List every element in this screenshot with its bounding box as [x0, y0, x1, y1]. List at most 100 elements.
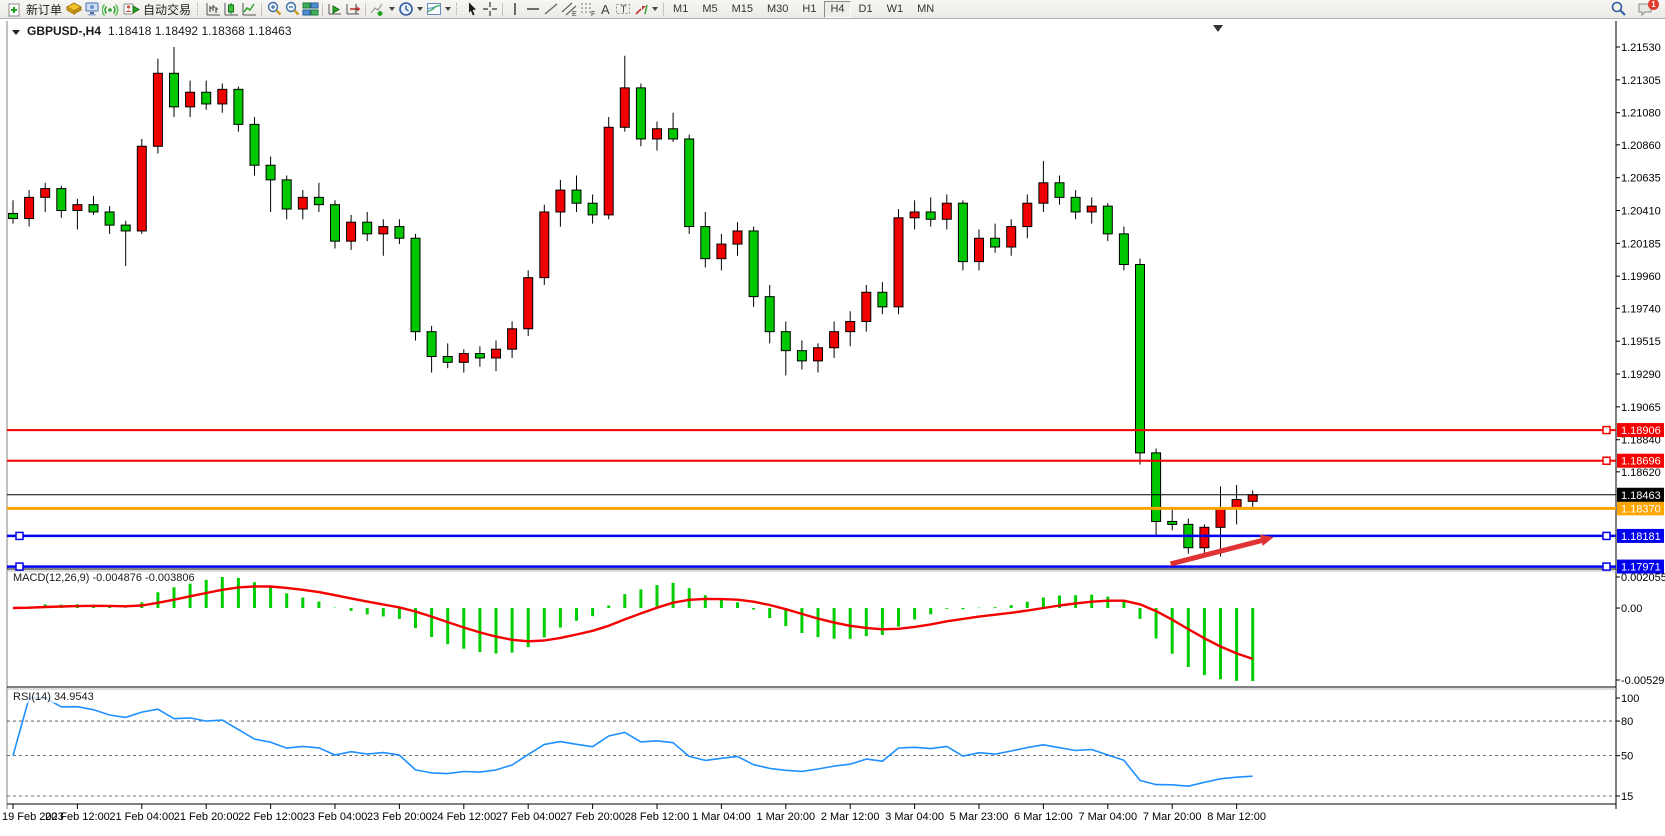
templates-dropdown-caret[interactable] — [445, 7, 451, 11]
timeframe-button-m15[interactable]: M15 — [726, 1, 759, 18]
candle-body — [975, 238, 984, 261]
periods-icon[interactable] — [397, 1, 415, 17]
candle-body — [121, 225, 130, 231]
macd-pane: 0.0020550.00-0.005292 — [13, 572, 1665, 687]
candle-body — [492, 349, 501, 358]
bar-chart-icon[interactable] — [204, 1, 222, 17]
svg-text:1.18696: 1.18696 — [1621, 456, 1661, 468]
line-handle[interactable] — [1603, 457, 1610, 464]
notifications-chat-icon[interactable]: 1 — [1637, 1, 1655, 17]
zoom-in-icon[interactable] — [265, 1, 283, 17]
candle-body — [1023, 203, 1032, 226]
timeframe-button-h4[interactable]: H4 — [824, 1, 850, 18]
line-handle[interactable] — [1603, 563, 1610, 570]
one-click-trading-toggle[interactable] — [12, 30, 20, 35]
toolbar-right-group: 1 — [1609, 1, 1663, 17]
mql-market-icon[interactable] — [65, 1, 83, 17]
horizontal-line[interactable] — [7, 427, 1616, 434]
price-line-label: 1.18181 — [1617, 529, 1664, 543]
rsi-axis-label: 100 — [1621, 693, 1639, 705]
candle-body — [379, 227, 388, 234]
rsi-pane: 100805015 — [7, 693, 1639, 803]
candle-body — [73, 205, 82, 211]
templates-icon[interactable] — [425, 1, 443, 17]
candle-body — [572, 190, 581, 203]
line-handle[interactable] — [16, 532, 23, 539]
zoom-out-icon[interactable] — [283, 1, 301, 17]
candlestick-chart-icon[interactable] — [222, 1, 240, 17]
horizontal-line-icon[interactable] — [524, 1, 542, 17]
text-icon[interactable]: A — [596, 1, 614, 17]
timeframe-button-m5[interactable]: M5 — [696, 1, 723, 18]
timeframe-button-group: M1M5M15M30H1H4D1W1MN — [667, 1, 940, 18]
candle-body — [1200, 527, 1209, 547]
macd-axis-label: -0.005292 — [1621, 675, 1665, 687]
autotrade-button[interactable]: 自动交易 — [119, 1, 194, 17]
periods-dropdown-caret[interactable] — [417, 7, 423, 11]
price-tick-label: 1.19290 — [1621, 369, 1661, 381]
tile-windows-icon[interactable] — [301, 1, 319, 17]
candle-body — [1087, 206, 1096, 212]
candle-body — [636, 88, 645, 139]
candle-body — [1119, 234, 1128, 265]
chart-shift-icon[interactable] — [344, 1, 362, 17]
time-tick-label: 6 Mar 12:00 — [1014, 811, 1073, 823]
virtual-hosting-icon[interactable] — [83, 1, 101, 17]
time-tick-label: 23 Feb 20:00 — [367, 811, 432, 823]
search-icon[interactable] — [1609, 1, 1627, 17]
fibonacci-icon[interactable]: F — [578, 1, 596, 17]
time-tick-label: 5 Mar 23:00 — [950, 811, 1009, 823]
indicators-icon[interactable] — [369, 1, 387, 17]
line-chart-icon[interactable] — [240, 1, 258, 17]
indicators-dropdown-caret[interactable] — [389, 7, 395, 11]
time-tick-label: 27 Feb 20:00 — [560, 811, 625, 823]
timeframe-button-h1[interactable]: H1 — [796, 1, 822, 18]
crosshair-icon[interactable] — [481, 1, 499, 17]
candle-body — [620, 88, 629, 127]
svg-text:1.18463: 1.18463 — [1621, 490, 1661, 502]
candle-body — [878, 292, 887, 307]
candlestick-series — [9, 47, 1258, 557]
signals-icon[interactable] — [101, 1, 119, 17]
line-handle[interactable] — [1603, 532, 1610, 539]
price-tick-label: 1.20410 — [1621, 206, 1661, 218]
candle-body — [524, 278, 533, 329]
text-label-icon[interactable]: T — [614, 1, 632, 17]
arrows-icon[interactable] — [632, 1, 650, 17]
price-tick-label: 1.21080 — [1621, 108, 1661, 120]
candle-body — [1007, 227, 1016, 247]
chart-canvas[interactable]: 1.215301.213051.210801.208601.206351.204… — [0, 19, 1665, 836]
trendline-icon[interactable] — [542, 1, 560, 17]
channel-icon[interactable]: E — [560, 1, 578, 17]
timeframe-button-w1[interactable]: W1 — [881, 1, 910, 18]
new-order-button[interactable]: 新订单 — [2, 1, 65, 17]
timeframe-button-mn[interactable]: MN — [911, 1, 940, 18]
main-toolbar: 新订单 自动交易 — [0, 0, 1665, 19]
macd-axis-label: 0.00 — [1621, 603, 1642, 615]
line-handle[interactable] — [1603, 427, 1610, 434]
chart-shift-marker[interactable] — [1213, 25, 1223, 32]
time-tick-label: 1 Mar 04:00 — [692, 811, 751, 823]
candle-body — [282, 180, 291, 209]
timeframe-button-m30[interactable]: M30 — [761, 1, 794, 18]
candle-body — [685, 139, 694, 227]
auto-scroll-icon[interactable] — [326, 1, 344, 17]
rsi-axis-label: 15 — [1621, 791, 1633, 803]
arrows-dropdown-caret[interactable] — [652, 7, 658, 11]
horizontal-line[interactable] — [7, 532, 1616, 539]
cursor-icon[interactable] — [463, 1, 481, 17]
chart-symbol-timeframe: GBPUSD-,H4 — [27, 24, 101, 38]
candle-body — [170, 73, 179, 107]
line-handle[interactable] — [16, 563, 23, 570]
candle-body — [1039, 183, 1048, 203]
candle-body — [862, 292, 871, 321]
timeframe-button-m1[interactable]: M1 — [667, 1, 694, 18]
timeframe-button-d1[interactable]: D1 — [853, 1, 879, 18]
chart-ohlc-values: 1.18418 1.18492 1.18368 1.18463 — [108, 24, 292, 38]
new-order-icon — [5, 1, 23, 17]
horizontal-line[interactable] — [7, 457, 1616, 464]
vertical-line-icon[interactable] — [506, 1, 524, 17]
candle-body — [475, 354, 484, 358]
toolbar-separator — [365, 3, 366, 16]
candle-body — [508, 329, 517, 349]
